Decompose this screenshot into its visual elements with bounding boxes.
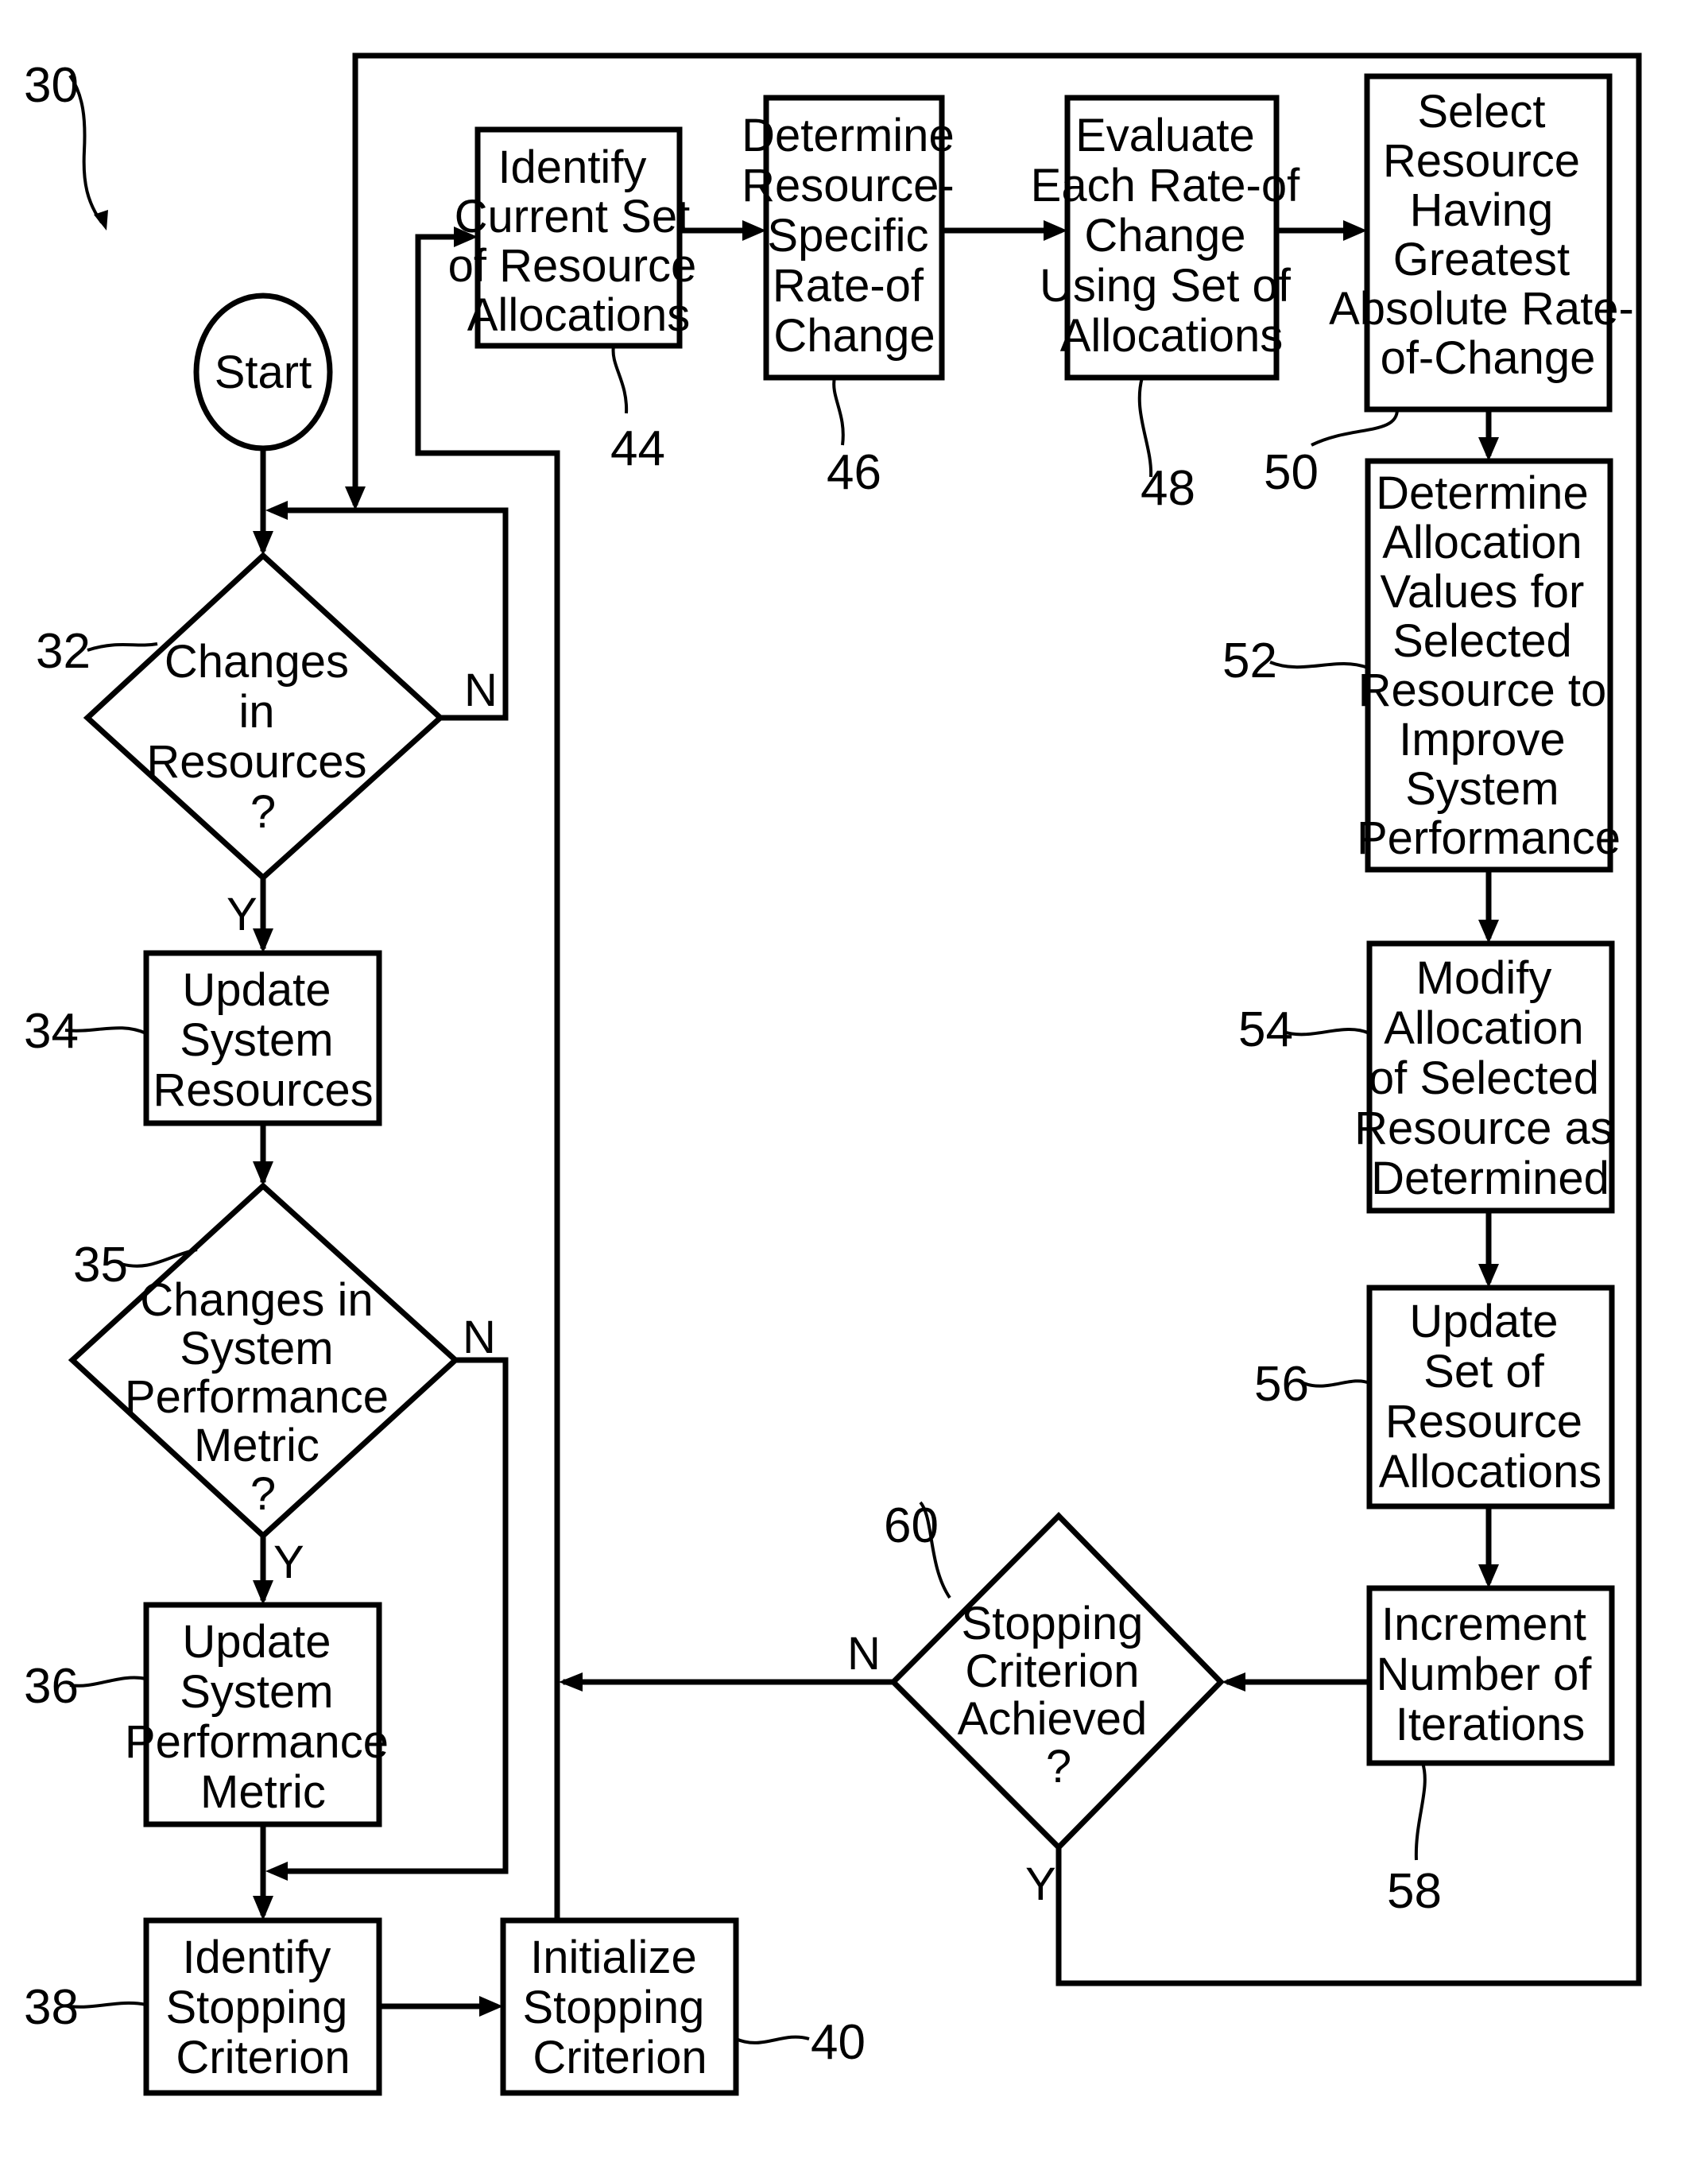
decision-60-yes: Y (1025, 1858, 1056, 1910)
ref-46: 46 (827, 445, 881, 500)
arrowhead-icon (265, 501, 288, 520)
decision-32-no: N (464, 665, 498, 716)
ref-32-leader (87, 642, 158, 652)
ref-46-leader (832, 377, 845, 446)
decision-35-yes: Y (273, 1537, 304, 1588)
process-34-text: Update System Resources (153, 964, 373, 1116)
decision-32: Changes in Resources ? 32 N Y (36, 552, 498, 940)
process-50: Select Resource Having Greatest Absolute… (1264, 73, 1634, 500)
arrowhead-icon (345, 486, 366, 510)
flowchart: 30 Start Changes in Resources ? 32 N Y U… (24, 52, 1642, 2096)
arrowhead-icon (253, 1580, 273, 1605)
ref-58-leader (1414, 1762, 1427, 1861)
arrowhead-icon (479, 1996, 503, 2017)
decision-35-text: Changes in System Performance Metric ? (125, 1274, 401, 1520)
ref-56-leader (1303, 1379, 1370, 1388)
ref-50-leader (1311, 409, 1399, 447)
ref-52: 52 (1222, 634, 1277, 688)
decision-32-yes: Y (227, 889, 258, 940)
process-44: Identify Current Set of Resource Allocat… (448, 126, 696, 476)
arrowhead-icon (559, 1672, 583, 1692)
ref-58: 58 (1387, 1864, 1442, 1919)
ref-54: 54 (1238, 1002, 1293, 1057)
ref-44: 44 (610, 421, 665, 476)
process-52: Determine Allocation Values for Selected… (1222, 458, 1621, 873)
process-56-text: Update Set of Resource Allocations (1379, 1296, 1601, 1498)
arrowhead-icon (1478, 1564, 1499, 1588)
arrowhead-icon (253, 1896, 273, 1920)
ref-38-leader (69, 2001, 147, 2009)
process-38-text: Identify Stopping Criterion (165, 1932, 360, 2083)
ref-44-leader (611, 345, 629, 414)
process-38: Identify Stopping Criterion 38 (24, 1917, 382, 2096)
process-46-text: Determine Resource- Specific Rate-of Cha… (742, 110, 967, 362)
ref-40: 40 (811, 2015, 866, 2070)
arrowhead-icon (742, 220, 766, 241)
start-label: Start (215, 347, 312, 398)
ref-56: 56 (1254, 1357, 1309, 1412)
process-58: Increment Number of Iterations 58 (1366, 1585, 1615, 1919)
decision-35-no: N (463, 1312, 496, 1363)
start-terminal: Start (193, 293, 333, 451)
arrowhead-icon (1343, 220, 1367, 241)
ref-40-leader (735, 2035, 810, 2044)
ref-32: 32 (36, 624, 91, 679)
process-36: Update System Performance Metric 36 (24, 1602, 389, 1827)
arrowhead-icon (1478, 920, 1499, 944)
arrowhead-icon (1222, 1672, 1245, 1692)
arrowhead-icon (265, 1862, 288, 1881)
decision-60-no: N (847, 1628, 881, 1680)
arrowhead-icon (1478, 437, 1499, 461)
process-40-text: Initialize Stopping Criterion (522, 1932, 717, 2083)
process-34: Update System Resources 34 (24, 950, 382, 1126)
ref-35: 35 (73, 1238, 128, 1292)
figure-ref-30: 30 (24, 58, 79, 113)
edge-40-44 (415, 234, 560, 1924)
ref-48: 48 (1141, 461, 1195, 516)
process-46: Determine Resource- Specific Rate-of Cha… (742, 95, 967, 500)
ref-50: 50 (1264, 445, 1319, 500)
decision-60: Stopping Criterion Achieved ? 60 N Y (847, 1498, 1225, 1910)
ref-52-leader (1269, 661, 1369, 669)
process-58-text: Increment Number of Iterations (1377, 1599, 1605, 1750)
ref-54-leader (1283, 1028, 1370, 1037)
arrowhead-icon (1044, 220, 1067, 241)
process-40: Initialize Stopping Criterion 40 (500, 1917, 866, 2096)
process-56: Update Set of Resource Allocations 56 (1254, 1285, 1615, 1509)
process-54: Modify Allocation of Selected Resource a… (1238, 940, 1615, 1214)
ref-36-leader (69, 1676, 147, 1688)
arrowhead-icon (1478, 1264, 1499, 1288)
decision-35: Changes in System Performance Metric ? 3… (68, 1182, 496, 1588)
